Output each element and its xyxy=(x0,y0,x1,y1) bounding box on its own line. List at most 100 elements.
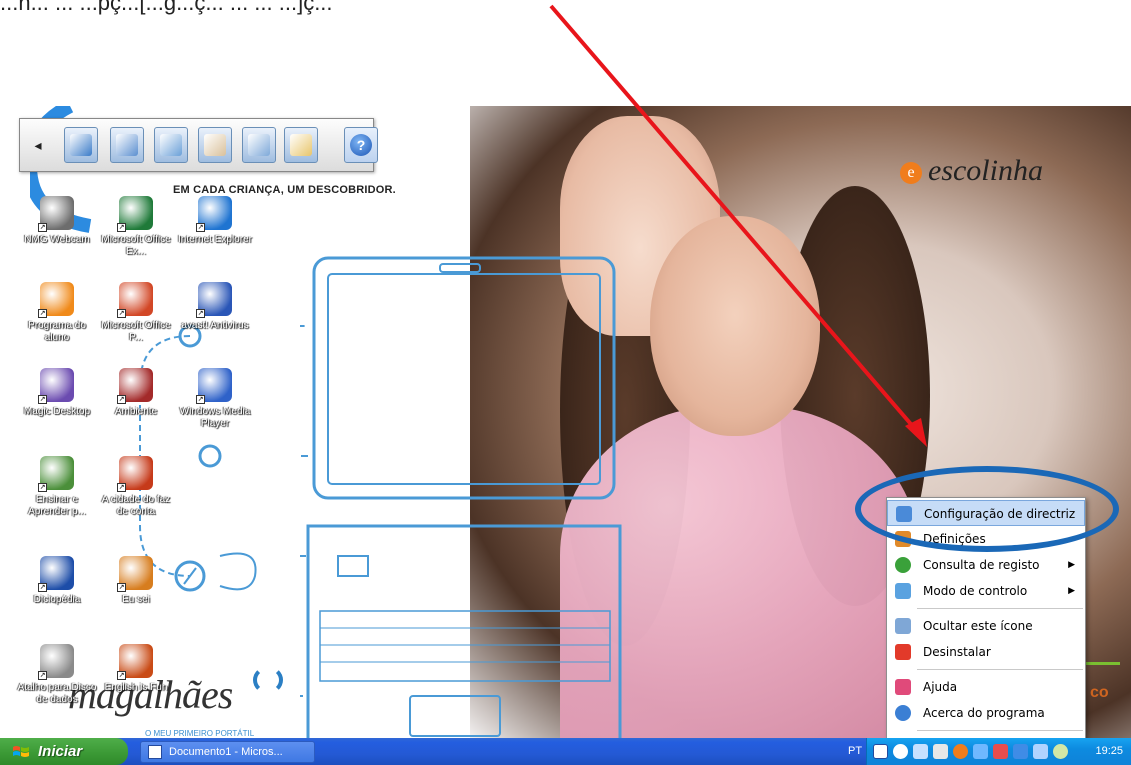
word-document-icon xyxy=(148,745,162,759)
eu-sei-icon: ↗ xyxy=(117,556,153,592)
shortcut-arrow-icon: ↗ xyxy=(38,483,47,492)
english-fun-icon: ↗ xyxy=(117,644,153,680)
media-player-icon: ↗ xyxy=(196,368,232,404)
start-button[interactable]: Iniciar xyxy=(0,738,128,765)
input-method-icon[interactable] xyxy=(873,744,888,759)
excel-icon: ↗ xyxy=(117,196,153,232)
brand-logo: e escolinha xyxy=(900,154,1043,188)
menu-item-label: Consulta de registo xyxy=(923,558,1040,572)
ambiente-icon: ↗ xyxy=(117,368,153,404)
broadcast-button[interactable] xyxy=(64,127,98,163)
desktop-icon[interactable]: ↗ Microsoft Office Ex... xyxy=(96,196,176,258)
update-tray-icon[interactable] xyxy=(993,744,1008,759)
webcam-icon: ↗ xyxy=(38,196,74,232)
submenu-arrow-icon: ▶ xyxy=(1068,560,1075,570)
clock[interactable]: 19:25 xyxy=(1095,738,1123,765)
view-screen-button[interactable] xyxy=(110,127,144,163)
windows-flag-icon xyxy=(13,746,29,757)
diciopedia-icon: ↗ xyxy=(38,556,74,592)
volume-icon[interactable] xyxy=(933,744,948,759)
security-tray-icon[interactable] xyxy=(973,744,988,759)
slogan: EM CADA CRIANÇA, UM DESCOBRIDOR. xyxy=(173,184,396,196)
menu-item-log-info[interactable]: Consulta de registo ▶ xyxy=(887,552,1085,578)
control-mode-icon xyxy=(895,583,911,599)
avast-tray-icon[interactable] xyxy=(953,744,968,759)
webcam-tray-icon[interactable] xyxy=(1053,744,1068,759)
desktop-icon-label: Eu sei xyxy=(122,594,150,605)
classroom-tray-icon[interactable] xyxy=(913,744,928,759)
desktop-icon[interactable]: ↗ Programa do aluno xyxy=(17,282,97,344)
desktop-icon[interactable]: ↗ Windows Media Player xyxy=(175,368,255,430)
desktop-icon[interactable]: ↗ Atalho para Disco de dados xyxy=(17,644,97,706)
toolbar-back-button[interactable]: ◂ xyxy=(30,135,46,157)
send-file-button[interactable] xyxy=(284,127,318,163)
desktop-icon-label: Microsoft Office P... xyxy=(101,320,171,343)
uninstall-icon xyxy=(895,644,911,660)
desktop-icon[interactable]: ↗ Diciopédia xyxy=(17,556,97,606)
magalhaes-ring-icon xyxy=(253,666,283,694)
highlight-ellipse xyxy=(855,466,1119,552)
menu-item-label: Modo de controlo xyxy=(923,584,1028,598)
desktop-icon[interactable]: ↗ Magic Desktop xyxy=(17,368,97,418)
desktop-icon[interactable]: ↗ Internet Explorer xyxy=(175,196,255,246)
taskbar: Iniciar Documento1 - Micros... PT 19:25 xyxy=(0,738,1131,765)
magalhaes-tagline: O MEU PRIMEIRO PORTÁTIL xyxy=(145,729,255,738)
display-tray-icon[interactable] xyxy=(1013,744,1028,759)
desktop-icon[interactable]: ↗ English is Fun xyxy=(96,644,176,694)
submenu-arrow-icon: ▶ xyxy=(1068,586,1075,596)
menu-item-hide[interactable]: Ocultar este ícone xyxy=(887,613,1085,639)
desktop-icon[interactable]: ↗ Microsoft Office P... xyxy=(96,282,176,344)
desktop-icon-label: Windows Media Player xyxy=(179,406,251,429)
brand-name: escolinha xyxy=(928,154,1043,187)
menu-item-about[interactable]: Acerca do programa xyxy=(887,700,1085,726)
approve-button[interactable] xyxy=(154,127,188,163)
desktop-icon[interactable]: ↗ Eu sei xyxy=(96,556,176,606)
users-button[interactable] xyxy=(242,127,276,163)
desktop-icon-label: avast! Antivirus xyxy=(181,320,249,331)
desktop-icon-label: Atalho para Disco de dados xyxy=(17,682,97,705)
shortcut-arrow-icon: ↗ xyxy=(117,671,126,680)
desktop-icon[interactable]: ↗ A cidade do faz de conta xyxy=(96,456,176,518)
toolbar-help-button[interactable]: ? xyxy=(344,127,378,163)
brand-mark-icon: e xyxy=(900,162,922,185)
ie-icon: ↗ xyxy=(196,196,232,232)
document-text-line: ...h... ... ...pç...[...g...ç... ... ...… xyxy=(0,0,333,15)
desktop-icon-label: NMG Webcam xyxy=(24,234,90,245)
desktop-icon-label: Microsoft Office Ex... xyxy=(101,234,171,257)
approve-icon xyxy=(160,134,182,156)
partial-brand-text: co xyxy=(1090,684,1109,701)
menu-item-label: Desinstalar xyxy=(923,645,991,659)
network-icon[interactable] xyxy=(893,744,908,759)
view-screen-icon xyxy=(116,134,138,156)
student-program-icon: ↗ xyxy=(38,282,74,318)
sync-tray-icon[interactable] xyxy=(1033,744,1048,759)
menu-item-uninstall[interactable]: Desinstalar xyxy=(887,639,1085,665)
shortcut-arrow-icon: ↗ xyxy=(38,583,47,592)
desktop-icon[interactable]: ↗ NMG Webcam xyxy=(17,196,97,246)
users-icon xyxy=(248,134,270,156)
desktop-icon-label: Ambiente xyxy=(114,406,158,417)
taskbar-window-button[interactable]: Documento1 - Micros... xyxy=(140,741,315,763)
shortcut-arrow-icon: ↗ xyxy=(38,223,47,232)
shortcut-arrow-icon: ↗ xyxy=(117,309,126,318)
shortcut-arrow-icon: ↗ xyxy=(38,395,47,404)
hand-button[interactable] xyxy=(198,127,232,163)
help-icon xyxy=(895,679,911,695)
laptop-illustration xyxy=(300,256,622,738)
desktop-icon[interactable]: ↗ Ambiente xyxy=(96,368,176,418)
desktop-icon[interactable]: ↗ avast! Antivirus xyxy=(175,282,255,332)
shortcut-arrow-icon: ↗ xyxy=(196,395,205,404)
magic-desktop-icon: ↗ xyxy=(38,368,74,404)
menu-item-control-mode[interactable]: Modo de controlo ▶ xyxy=(887,578,1085,604)
menu-item-help[interactable]: Ajuda xyxy=(887,674,1085,700)
shortcut-arrow-icon: ↗ xyxy=(196,223,205,232)
classroom-toolbar: ◂ ? xyxy=(19,118,378,172)
desktop-icon-label: Magic Desktop xyxy=(23,406,91,417)
desktop-icon[interactable]: ↗ Ensinar e Aprender p... xyxy=(17,456,97,518)
menu-item-label: Acerca do programa xyxy=(923,706,1045,720)
hide-icon xyxy=(895,618,911,634)
shortcut-arrow-icon: ↗ xyxy=(196,309,205,318)
system-tray: 19:25 xyxy=(866,738,1131,765)
desktop-icon-label: Diciopédia xyxy=(33,594,81,605)
menu-separator xyxy=(917,669,1083,670)
